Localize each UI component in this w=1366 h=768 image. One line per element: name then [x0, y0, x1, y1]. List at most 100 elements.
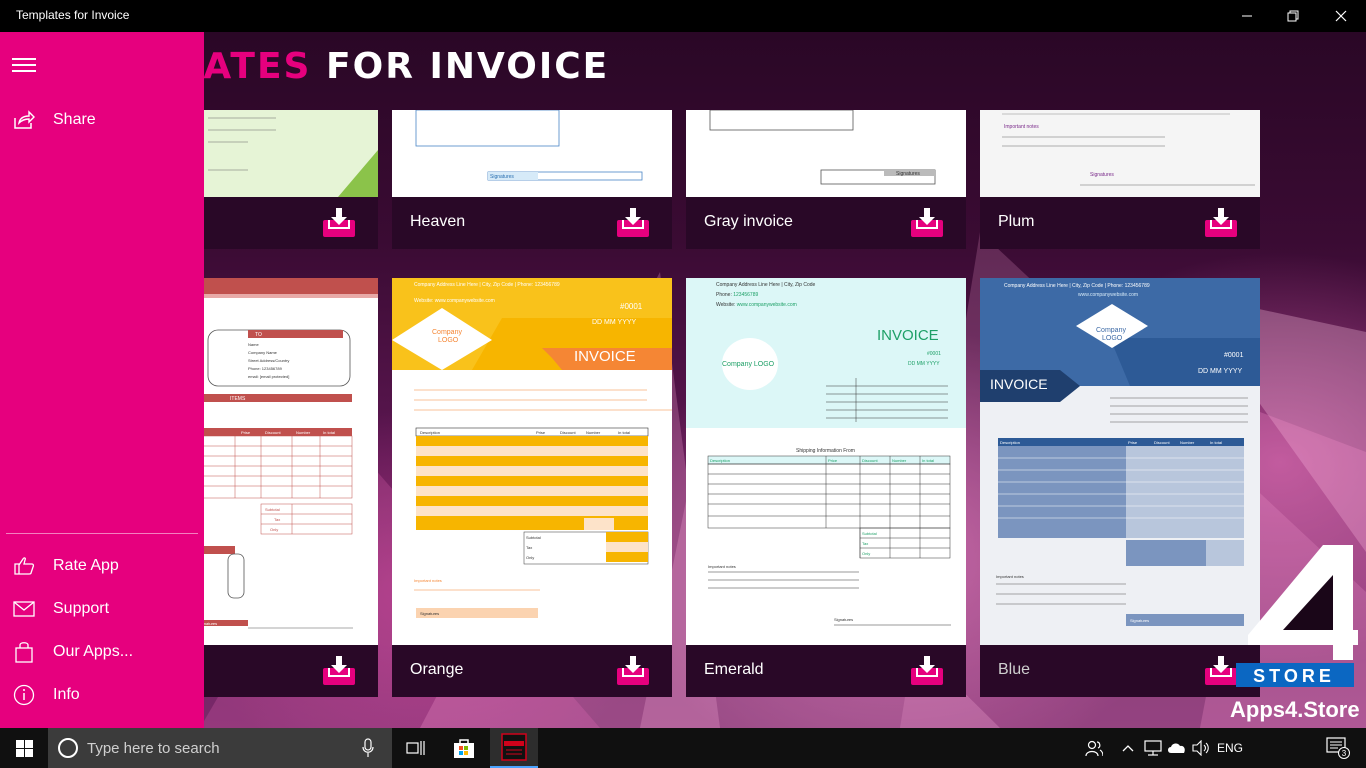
thumb-total: Only — [862, 551, 870, 556]
microphone-icon[interactable] — [362, 738, 374, 758]
thumb-logo-text: Company — [1096, 327, 1126, 334]
thumb-logo-text: Company — [432, 329, 462, 336]
start-button[interactable] — [0, 728, 48, 768]
thumb-col: Prise — [241, 430, 251, 435]
menu-item-label: Rate App — [53, 557, 119, 574]
invoice-app-icon — [501, 733, 527, 761]
template-tile-plum[interactable]: Important notes Signatures Plum — [980, 110, 1260, 249]
template-bar: Gray invoice — [686, 197, 966, 249]
template-bar: Orange — [392, 645, 672, 697]
thumb-invoice-title: INVOICE — [990, 376, 1048, 392]
watermark-site: Apps4.Store — [1230, 697, 1360, 722]
people-button[interactable] — [1078, 728, 1110, 768]
thumb-address: Company Address Line Here | City, Zip Co… — [414, 282, 560, 288]
thumb-notes-label: Important notes — [1004, 124, 1039, 130]
thumb-col: Number — [296, 430, 311, 435]
input-language-button[interactable]: ENG — [1214, 728, 1246, 768]
hamburger-menu-icon[interactable] — [12, 58, 36, 74]
thumb-col: Description — [420, 430, 440, 435]
thumb-logo-text: Company LOGO — [722, 361, 775, 368]
thumb-number: #0001 — [927, 351, 941, 357]
template-tile-blue[interactable]: Company Address Line Here | City, Zip Co… — [980, 278, 1260, 697]
thumb-to-line: Name — [248, 342, 259, 347]
download-icon[interactable] — [322, 656, 356, 686]
thumb-items-label: ITEMS — [230, 396, 246, 402]
store-button[interactable] — [440, 728, 488, 768]
download-icon[interactable] — [910, 208, 944, 238]
template-tile-emerald[interactable]: Company Address Line Here | City, Zip Co… — [686, 278, 966, 697]
thumb-col: Discount — [560, 430, 576, 435]
maximize-button[interactable] — [1270, 0, 1316, 32]
thumb-total: Subtotal — [862, 531, 877, 536]
template-bar: Blue — [980, 645, 1260, 697]
page-title: PLATES FOR INVOICE — [150, 46, 609, 87]
show-hidden-icons-button[interactable] — [1118, 728, 1138, 768]
heaven-invoice-preview: Signatures — [392, 110, 672, 197]
thumb-number: #0001 — [1224, 352, 1244, 359]
search-placeholder: Type here to search — [87, 740, 220, 757]
thumb-col: Prise — [1128, 440, 1138, 445]
thumb-col: Number — [586, 430, 601, 435]
notification-icon: 3 — [1326, 737, 1350, 759]
info-icon — [12, 683, 36, 707]
minimize-button[interactable] — [1224, 0, 1270, 32]
task-view-button[interactable] — [392, 728, 440, 768]
thumb-col: Discount — [265, 430, 281, 435]
template-bar: Emerald — [686, 645, 966, 697]
thumb-website: www.companywebsite.com — [1078, 292, 1138, 298]
thumb-shipping-label: Shipping Information From — [796, 448, 855, 454]
taskbar: Type here to search ENG 3 — [0, 728, 1366, 768]
template-tile-heaven[interactable]: Signatures Heaven — [392, 110, 672, 249]
minimize-icon — [1242, 15, 1252, 17]
template-name: Blue — [998, 661, 1031, 678]
menu-item-label: Info — [53, 686, 80, 703]
emerald-invoice-preview: Company Address Line Here | City, Zip Co… — [686, 278, 966, 645]
thumb-phone: Phone: 123456789 — [716, 292, 758, 298]
onedrive-button[interactable] — [1166, 728, 1188, 768]
invoice-app-taskbar-button[interactable] — [490, 728, 538, 768]
windows-logo-icon — [15, 739, 33, 757]
menu-item-our-apps[interactable]: Our Apps... — [0, 632, 204, 672]
thumb-total: Subtotal — [265, 507, 280, 512]
menu-item-rate-app[interactable]: Rate App — [0, 546, 204, 586]
menu-item-share[interactable]: Share — [0, 100, 204, 140]
thumb-total: Tax — [862, 541, 868, 546]
thumb-signatures-label: Signatures — [1090, 172, 1114, 178]
watermark-badge-text: STORE — [1253, 666, 1335, 686]
download-icon[interactable] — [322, 208, 356, 238]
restore-icon — [1287, 10, 1299, 22]
download-icon[interactable] — [616, 656, 650, 686]
thumb-total: Subtotal — [526, 535, 541, 540]
thumb-to-line: Street Address/Country — [248, 358, 289, 363]
download-icon[interactable] — [910, 656, 944, 686]
download-icon[interactable] — [1204, 208, 1238, 238]
thumb-notes-label: Important notes — [996, 574, 1024, 579]
thumb-total: Tax — [274, 517, 280, 522]
thumb-date: DD MM YYYY — [1198, 368, 1243, 375]
action-center-button[interactable]: 3 — [1316, 728, 1360, 768]
thumb-signatures-label: Signatures — [896, 171, 920, 177]
cloud-icon — [1168, 743, 1185, 753]
thumb-col: Discount — [862, 458, 878, 463]
template-tile-orange[interactable]: Company Address Line Here | City, Zip Co… — [392, 278, 672, 697]
close-button[interactable] — [1318, 0, 1364, 32]
thumb-website: Website: www.companywebsite.com — [414, 298, 495, 304]
thumb-date: DD MM YYYY — [908, 361, 940, 367]
thumb-col: Number — [1180, 440, 1195, 445]
template-tile-gray[interactable]: Signatures Gray invoice — [686, 110, 966, 249]
menu-item-label: Share — [53, 111, 96, 128]
menu-item-label: Our Apps... — [53, 643, 134, 660]
blue-invoice-preview: Company Address Line Here | City, Zip Co… — [980, 278, 1260, 645]
thumb-address: Company Address Line Here | City, Zip Co… — [716, 282, 816, 288]
menu-item-support[interactable]: Support — [0, 589, 204, 629]
download-icon[interactable] — [616, 208, 650, 238]
network-button[interactable] — [1142, 728, 1164, 768]
thumb-invoice-title: INVOICE — [877, 327, 939, 344]
menu-item-info[interactable]: Info — [0, 675, 204, 715]
thumb-notes-label: Important notes — [708, 564, 736, 569]
thumb-notes-label: Important notes — [414, 578, 442, 583]
thumb-col: Prise — [536, 430, 546, 435]
taskbar-search[interactable]: Type here to search — [48, 728, 392, 768]
store-bag-icon — [454, 739, 474, 758]
volume-button[interactable] — [1190, 728, 1212, 768]
